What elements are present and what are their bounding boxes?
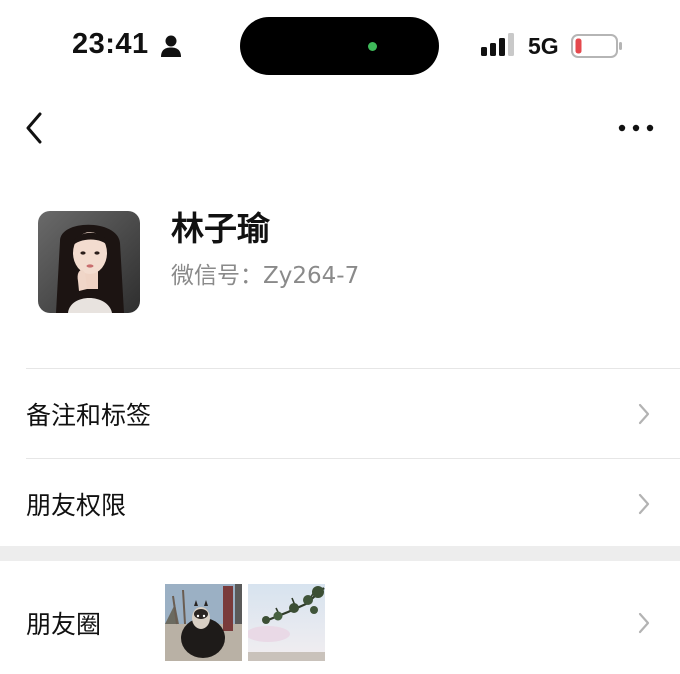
contact-name: 林子瑜 [171, 209, 270, 248]
more-dots-icon[interactable] [614, 116, 658, 140]
status-time: 23:41 [72, 28, 149, 60]
section-separator [0, 546, 680, 561]
tree-sky-photo [248, 584, 325, 661]
row-label: 朋友权限 [26, 490, 127, 520]
row-remarks-and-tags[interactable]: 备注和标签 [0, 369, 680, 458]
row-friend-permissions[interactable]: 朋友权限 [0, 459, 680, 548]
wechat-id: 微信号：Zy264-7 [171, 263, 360, 289]
back-icon[interactable] [20, 108, 52, 148]
moment-thumbnail-alpaca[interactable] [165, 584, 242, 661]
privacy-indicator-dot [368, 42, 377, 51]
row-label: 备注和标签 [26, 400, 152, 430]
avatar-image [38, 211, 140, 313]
cellular-signal-icon [481, 33, 514, 56]
alpaca-photo [165, 584, 242, 661]
dynamic-island [240, 17, 439, 75]
row-label: 朋友圈 [26, 610, 102, 639]
moment-thumbnail-tree[interactable] [248, 584, 325, 661]
network-type: 5G [528, 33, 559, 59]
row-moments[interactable]: 朋友圈 [0, 578, 680, 668]
battery-icon [571, 34, 622, 58]
chevron-right-icon [638, 493, 650, 514]
person-icon [161, 35, 181, 57]
status-bar: 23:41 5G [0, 0, 680, 92]
chevron-right-icon [638, 403, 650, 424]
chevron-right-icon [638, 612, 650, 634]
avatar[interactable] [38, 211, 140, 313]
